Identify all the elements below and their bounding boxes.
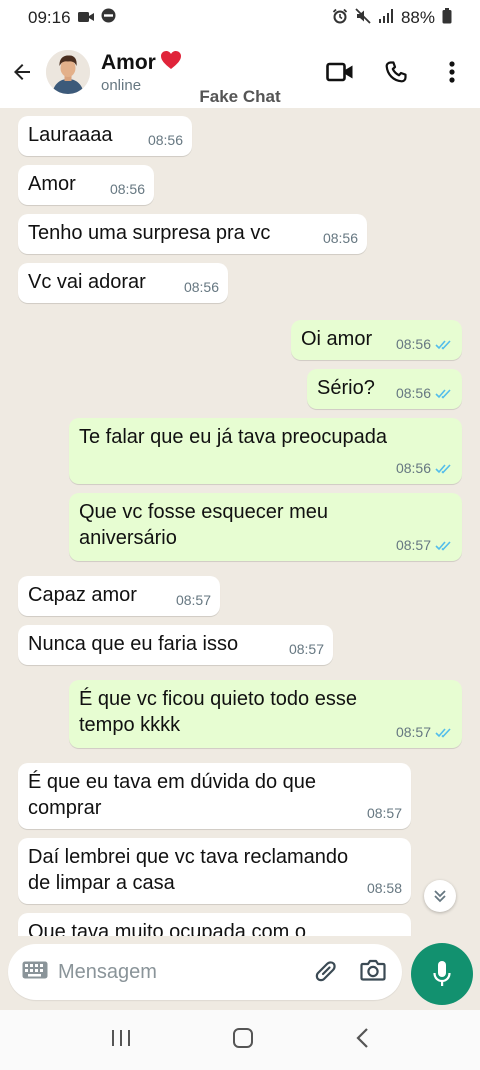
message-bubble-incoming[interactable]: Tenho uma surpresa pra vc 08:56 [18,214,367,254]
arrow-left-icon [14,64,30,80]
message-meta: 08:56 [148,127,183,153]
battery-percent: 88% [400,8,435,27]
message-bubble-incoming[interactable]: Daí lembrei que vc tava reclamando de li… [18,838,411,904]
more-vertical-icon [449,61,455,83]
message-text: Te falar que eu já tava preocupada [79,426,387,448]
chevron-double-down-icon [434,890,446,903]
video-call-button[interactable] [322,54,358,90]
status-time: 09:16 [28,8,71,27]
read-ticks-icon [435,540,451,551]
message-text: É que eu tava em dúvida do que comprar [28,771,316,819]
do-not-disturb-icon [101,8,116,28]
message-bubble-incoming[interactable]: Amor 08:56 [18,165,154,205]
chat-area[interactable]: Lauraaaa 08:56 Amor 08:56 Tenho uma surp… [0,108,480,936]
message-meta: 08:57 [176,587,211,613]
scroll-to-bottom-button[interactable] [424,880,456,912]
message-meta: 08:57 [396,532,453,558]
message-time: 08:56 [322,230,358,246]
attach-icon[interactable] [312,957,338,988]
message-bubble-incoming[interactable]: Vc vai adorar 08:56 [18,263,228,303]
message-bubble-incoming[interactable]: Que tava muito ocupada com o [18,913,411,936]
message-meta: 08:57 [367,800,402,826]
alarm-icon [332,8,348,29]
message-meta: 08:56 [396,380,453,406]
message-meta: 08:57 [289,636,324,662]
message-text: Tenho uma surpresa pra vc [28,222,271,244]
message-text: Daí lembrei que vc tava reclamando de li… [28,846,349,894]
microphone-icon [433,961,451,986]
message-bubble-incoming[interactable]: É que eu tava em dúvida do que comprar 0… [18,763,411,829]
system-back-button[interactable] [354,1027,370,1054]
voice-call-button[interactable] [378,54,414,90]
message-time: 08:57 [175,592,211,608]
message-time: 08:58 [366,880,402,896]
watermark: Fake Chat [199,87,281,106]
system-nav-bar [0,1010,480,1070]
signal-icon [378,8,394,28]
message-input[interactable] [58,960,288,984]
message-meta: 08:56 [184,274,219,300]
message-meta: 08:56 [396,455,453,481]
message-bubble-incoming[interactable]: Nunca que eu faria isso 08:57 [18,625,333,665]
contact-name-row: Amor [101,50,182,76]
message-time: 08:56 [395,385,431,401]
battery-icon [442,7,452,29]
keyboard-icon[interactable] [22,961,48,984]
message-text: Nunca que eu faria isso [28,633,239,655]
read-ticks-icon [435,463,451,474]
message-time: 08:56 [395,460,431,476]
video-camera-icon [326,62,353,82]
mute-icon [355,7,371,29]
message-bubble-outgoing[interactable]: Oi amor 08:56 [291,320,462,360]
video-recording-icon [77,8,94,28]
home-icon [233,1027,253,1048]
message-bubble-outgoing[interactable]: Que vc fosse esquecer meu aniversário 08… [69,493,462,561]
read-ticks-icon [435,388,451,399]
message-time: 08:57 [288,641,324,657]
message-input-container[interactable] [8,944,402,1000]
message-time: 08:56 [147,132,183,148]
read-ticks-icon [435,339,451,350]
message-bubble-incoming[interactable]: Capaz amor 08:57 [18,576,220,616]
message-meta: 08:56 [323,225,358,251]
message-time: 08:56 [109,181,145,197]
message-time: 08:56 [395,336,431,352]
phone-icon [385,61,407,83]
message-time: 08:57 [366,805,402,821]
composer [0,936,480,1010]
input-actions [312,944,386,1000]
message-bubble-outgoing[interactable]: Sério? 08:56 [307,369,462,409]
message-meta: 08:58 [367,875,402,901]
mic-button[interactable] [411,943,473,1005]
camera-icon[interactable] [360,958,386,987]
status-left: 09:16 [28,8,116,28]
message-meta: 08:56 [396,331,453,357]
message-bubble-incoming[interactable]: Lauraaaa 08:56 [18,116,192,156]
message-time: 08:57 [395,537,431,553]
home-button[interactable] [232,1027,254,1054]
recent-apps-button[interactable] [110,1028,132,1053]
message-bubble-outgoing[interactable]: É que vc ficou quieto todo esse tempo kk… [69,680,462,748]
message-meta: 08:56 [110,176,145,202]
status-right: 88% [332,7,452,29]
message-bubble-outgoing[interactable]: Te falar que eu já tava preocupada 08:56 [69,418,462,484]
chevron-left-icon [356,1027,368,1048]
message-text: Que tava muito ocupada com o [28,921,306,936]
heart-icon [160,50,182,76]
status-bar: 09:16 88% [0,0,480,36]
message-time: 08:56 [183,279,219,295]
more-options-button[interactable] [434,54,470,90]
message-meta: 08:57 [396,719,453,745]
read-ticks-icon [435,727,451,738]
contact-name: Amor [101,51,156,74]
message-time: 08:57 [395,724,431,740]
recent-apps-icon [112,1029,130,1046]
